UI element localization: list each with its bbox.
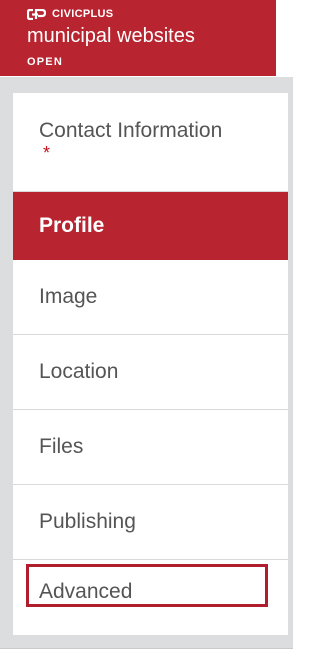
nav-item-contact-information[interactable]: Contact Information *	[13, 93, 288, 192]
nav-item-profile[interactable]: Profile	[13, 192, 288, 260]
nav-item-label: Image	[39, 285, 98, 308]
brand-edition: OPEN	[27, 56, 63, 68]
nav-item-label: Publishing	[39, 510, 136, 533]
section-nav: Contact Information * Profile Image Loca…	[13, 93, 288, 635]
nav-item-label: Location	[39, 360, 119, 383]
required-marker: *	[43, 143, 51, 163]
brand-header: CIVICPLUS municipal websites OPEN	[0, 0, 276, 76]
nav-item-label: Profile	[39, 214, 105, 237]
brand-company: CIVICPLUS	[52, 8, 114, 20]
nav-item-label: Contact Information	[39, 119, 223, 142]
nav-item-advanced[interactable]: Advanced	[13, 560, 288, 635]
brand-product: municipal websites	[27, 25, 195, 47]
nav-item-label: Files	[39, 435, 84, 458]
nav-item-image[interactable]: Image	[13, 260, 288, 335]
nav-item-label: Advanced	[39, 579, 133, 603]
nav-item-location[interactable]: Location	[13, 335, 288, 410]
nav-item-publishing[interactable]: Publishing	[13, 485, 288, 560]
civicplus-logo-icon	[27, 8, 46, 20]
brand-company-row: CIVICPLUS	[27, 7, 113, 21]
nav-item-files[interactable]: Files	[13, 410, 288, 485]
panel-divider	[0, 648, 293, 649]
